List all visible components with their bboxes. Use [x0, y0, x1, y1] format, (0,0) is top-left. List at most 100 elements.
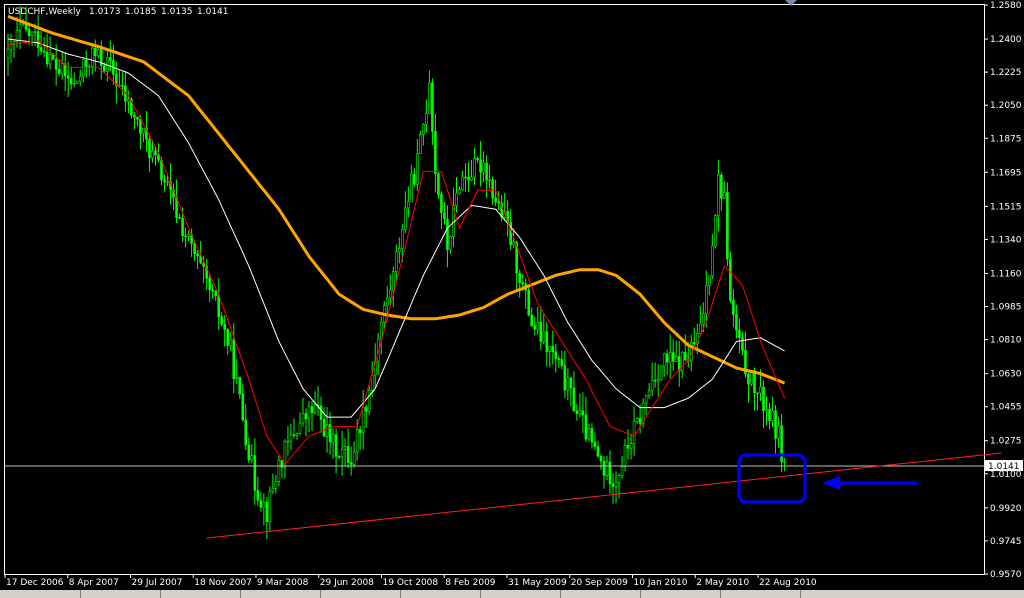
candle-body [560, 359, 564, 366]
tab-separator [240, 590, 241, 598]
candle-body [572, 387, 576, 411]
candle-body [464, 176, 467, 179]
candle-body [407, 201, 410, 209]
candle-body [614, 482, 618, 487]
candle-body [512, 241, 515, 246]
candle-body [57, 68, 61, 74]
candle-body [72, 82, 76, 85]
candle-body [548, 345, 552, 352]
price-chart[interactable]: USDCHF,Weekly 1.0173 1.0185 1.0135 1.0141 1… [0, 0, 1024, 598]
candle-body [211, 289, 214, 292]
candle-body [166, 181, 169, 183]
candle-body [665, 353, 669, 363]
candle-body [644, 395, 648, 404]
candle-body [410, 174, 413, 203]
y-tick-label: 1.0275 [990, 437, 1022, 447]
candle-body [304, 413, 308, 420]
candle-body [518, 272, 522, 283]
tab-separator [640, 590, 641, 598]
candle-body [151, 150, 154, 159]
candle-body [656, 379, 660, 382]
candle-body [741, 337, 744, 351]
candle-body [765, 408, 768, 411]
candle-body [178, 217, 181, 219]
x-tick-label: 31 May 2009 [508, 578, 567, 588]
candle-body [352, 451, 356, 465]
y-tick-label: 1.1875 [990, 134, 1022, 144]
candle-body [286, 440, 290, 443]
candle-body [497, 201, 500, 204]
candle-body [97, 49, 100, 57]
candle-body [310, 406, 314, 413]
candle-body [274, 481, 278, 489]
candle-body [127, 98, 130, 102]
candle-body [647, 390, 651, 396]
chart-tabs-bar[interactable] [0, 590, 1024, 598]
candle-body [42, 50, 46, 53]
candle-body [437, 173, 440, 195]
candle-body [632, 421, 636, 445]
candle-body [379, 322, 383, 340]
candle-body [479, 159, 482, 173]
ohlc-value: 1.0185 [125, 7, 157, 17]
candle-body [208, 277, 211, 290]
candle-body [443, 212, 446, 220]
chart-background [0, 0, 1024, 598]
candle-body [250, 455, 254, 461]
candle-body [575, 410, 579, 415]
candle-body [30, 31, 34, 36]
candle-body [109, 57, 112, 61]
y-tick-label: 0.9570 [990, 570, 1022, 580]
candle-body [530, 314, 534, 327]
candle-body [629, 443, 633, 449]
candle-body [18, 23, 22, 31]
candle-body [401, 229, 404, 249]
candle-body [39, 47, 43, 52]
candle-body [90, 47, 94, 67]
candle-body [157, 154, 160, 161]
y-tick-label: 1.1695 [990, 168, 1022, 178]
candle-body [611, 483, 615, 487]
candle-body [783, 461, 786, 463]
candle-body [307, 406, 311, 420]
x-tick-label: 2 May 2010 [696, 578, 749, 588]
candle-body [491, 179, 494, 199]
x-tick-label: 19 Oct 2008 [383, 578, 439, 588]
candle-body [566, 377, 570, 391]
candle-body [623, 444, 627, 467]
candle-body [470, 176, 473, 181]
candle-body [48, 53, 52, 65]
candle-body [9, 44, 13, 50]
candle-body [732, 300, 735, 315]
candle-body [235, 376, 239, 379]
candle-body [422, 123, 425, 135]
candle-body [226, 329, 230, 346]
y-tick-label: 1.1515 [990, 202, 1022, 212]
candle-body [494, 197, 497, 203]
candle-body [440, 194, 443, 214]
candle-body [262, 502, 266, 508]
candle-body [428, 82, 431, 114]
candle-body [777, 425, 780, 439]
candle-body [298, 422, 302, 434]
candle-body [668, 352, 672, 363]
candle-body [268, 490, 272, 522]
candle-body [545, 331, 549, 352]
ohlc-value: 1.0141 [197, 7, 229, 17]
candle-body [578, 410, 582, 415]
chart-symbol: USDCHF,Weekly [8, 7, 81, 17]
candle-body [121, 84, 124, 87]
candle-body [593, 441, 597, 447]
candle-body [473, 158, 476, 178]
candle-body [771, 410, 774, 422]
candle-body [482, 162, 485, 173]
candle-body [103, 65, 106, 72]
x-tick-label: 22 Aug 2010 [759, 578, 817, 588]
candle-body [650, 379, 654, 392]
candle-body [605, 461, 609, 476]
candle-body [485, 162, 488, 181]
candle-body [60, 63, 64, 74]
candle-body [343, 446, 347, 450]
candle-body [148, 139, 151, 159]
candle-body [256, 490, 260, 501]
